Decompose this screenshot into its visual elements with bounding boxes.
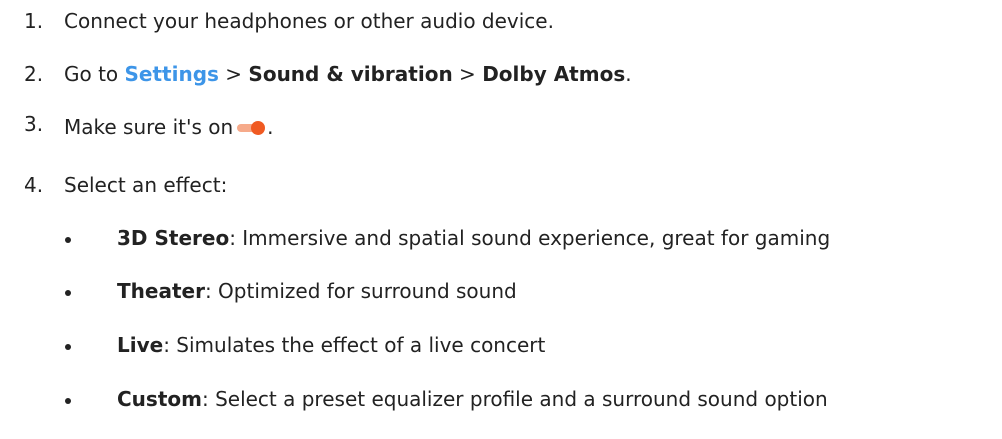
dolby-atmos-label: Dolby Atmos [482,62,626,86]
step-number: 4. [24,173,44,197]
settings-link[interactable]: Settings [125,62,219,86]
effect-description: : Immersive and spatial sound experience… [229,226,831,250]
effect-description: : Simulates the effect of a live concert [163,333,546,357]
step-suffix: . [625,62,632,86]
step-number: 1. [24,9,44,33]
step-text: Connect your headphones or other audio d… [64,9,554,33]
bullet-icon [65,344,71,350]
effect-text: Live: Simulates the effect of a live con… [117,331,545,359]
effect-name: 3D Stereo [117,226,230,250]
effect-name: Custom [117,387,202,411]
step-prefix: Go to [64,62,125,86]
effect-text: Custom: Select a preset equalizer profil… [117,385,828,413]
breadcrumb-separator: > [452,62,483,86]
effect-name: Theater [117,279,205,303]
step-text-main: Make sure it's on [64,115,234,139]
bullet-icon [65,398,71,404]
step-text: Go to Settings > Sound & vibration > Dol… [64,60,632,88]
step-number: 3. [24,112,44,136]
toggle-knob [251,121,266,135]
effect-name: Live [117,333,164,357]
breadcrumb-separator: > [218,62,249,86]
effect-text: Theater: Optimized for surround sound [117,277,517,305]
effect-description: : Optimized for surround sound [204,279,517,303]
step-text: Make sure it's on. [64,113,274,141]
step-text: Select an effect: [64,173,228,197]
bullet-icon [65,290,71,296]
toggle-on-icon [237,121,267,135]
step-number: 2. [24,62,44,86]
effect-description: : Select a preset equalizer profile and … [201,387,828,411]
step-suffix: . [267,115,274,139]
sound-vibration-label: Sound & vibration [248,62,453,86]
effect-text: 3D Stereo: Immersive and spatial sound e… [117,224,830,252]
bullet-icon [65,237,71,243]
